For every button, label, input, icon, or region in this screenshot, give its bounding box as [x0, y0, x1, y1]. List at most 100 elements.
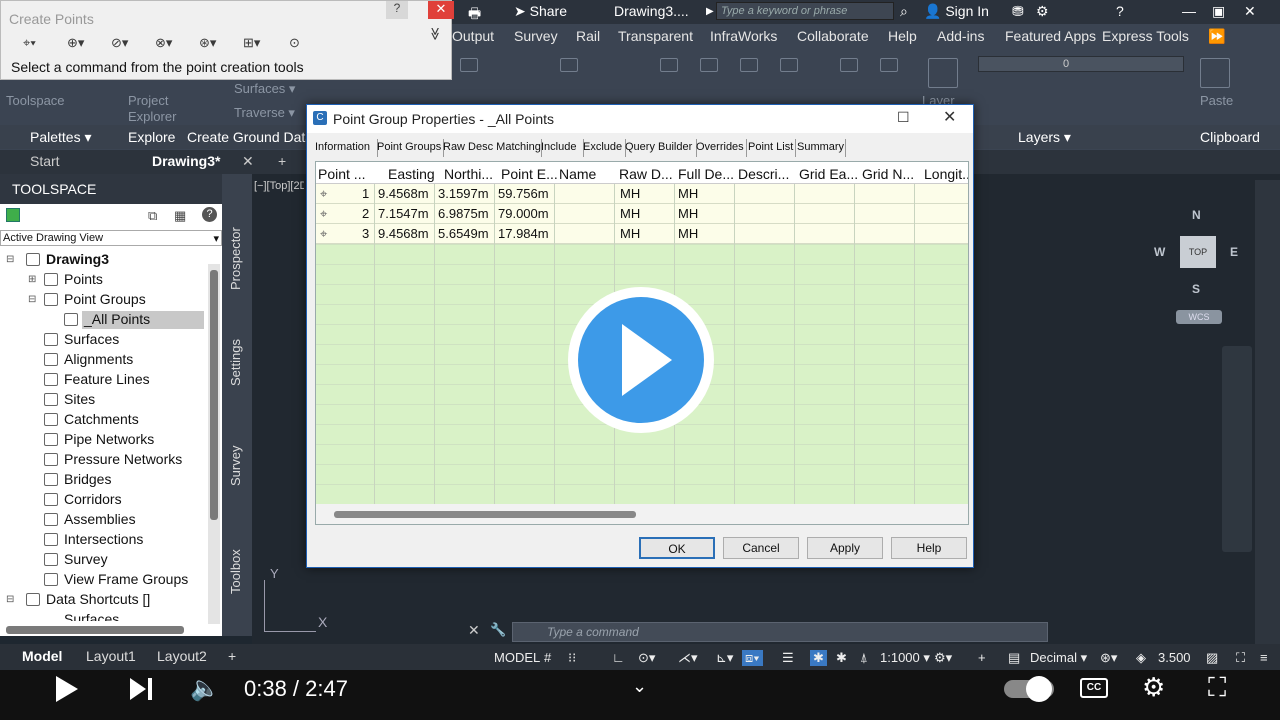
traverse-button[interactable]: Traverse ▾ — [234, 105, 295, 121]
tab-more[interactable]: ⏩ — [1208, 28, 1225, 45]
expand-points-icon[interactable]: ⊞ — [28, 274, 36, 285]
tab-survey-side[interactable]: Survey — [228, 446, 243, 486]
column-name[interactable]: Name — [559, 166, 596, 182]
tab-layout1[interactable]: Layout1 — [86, 648, 136, 664]
elevation-value[interactable]: 3.500 — [1158, 650, 1191, 665]
tree-sites[interactable]: Sites — [44, 391, 95, 407]
tab-transparent[interactable]: Transparent — [618, 28, 693, 44]
column-raw-desc[interactable]: Raw D... — [619, 166, 673, 182]
wcs-menu[interactable]: WCS — [1176, 310, 1222, 324]
help-button[interactable]: ? — [1116, 3, 1124, 19]
search-input[interactable]: Type a keyword or phrase — [716, 2, 894, 20]
horizontal-scrollbar[interactable] — [6, 626, 184, 634]
annotation-visibility-icon[interactable]: ✱ — [810, 650, 827, 666]
tree-survey[interactable]: Survey — [44, 551, 108, 567]
tab-include[interactable]: Include — [541, 141, 576, 153]
layers-panel-label[interactable]: Layers ▾ — [1018, 129, 1071, 146]
compass-south[interactable]: S — [1192, 282, 1200, 296]
column-full-desc[interactable]: Full De... — [678, 166, 734, 182]
apply-button[interactable]: Apply — [807, 537, 883, 559]
command-customize-icon[interactable]: 🔧 — [490, 622, 506, 638]
tab-overrides[interactable]: Overrides — [696, 141, 744, 153]
layer-properties-icon[interactable] — [928, 58, 958, 88]
tree-view-frame-groups[interactable]: View Frame Groups — [44, 571, 188, 587]
tab-point-groups[interactable]: Point Groups — [377, 141, 441, 153]
cart-icon[interactable]: ⛃ — [1012, 3, 1024, 20]
table-row[interactable]: ⌖ 2 7.1547m 6.9875m 79.000m MH MH — [316, 204, 968, 224]
tab-exclude[interactable]: Exclude — [583, 141, 622, 153]
ribbon-tool-icon[interactable] — [460, 58, 478, 72]
ortho-icon[interactable]: ∟ — [612, 650, 625, 665]
point-tool-icon[interactable]: ⊞▾ — [243, 35, 275, 51]
transparency-icon[interactable]: ☰ — [782, 650, 794, 666]
paste-label[interactable]: Paste — [1200, 93, 1233, 108]
paste-icon[interactable] — [1200, 58, 1230, 88]
tree-bridges[interactable]: Bridges — [44, 471, 111, 487]
lineweight-icon[interactable]: ⊾▾ — [716, 650, 733, 666]
play-icon[interactable] — [56, 676, 78, 702]
clean-screen-icon[interactable]: ▨ — [1206, 650, 1218, 666]
close-icon[interactable]: ✕ — [1244, 3, 1256, 20]
tab-information[interactable]: Information — [315, 141, 370, 153]
snap-icon[interactable]: ⁝⁝ — [568, 650, 576, 666]
tab-survey[interactable]: Survey — [514, 28, 558, 44]
maximize-icon[interactable]: ☐ — [897, 109, 910, 126]
tab-prospector[interactable]: Prospector — [228, 227, 243, 290]
point-tool-icon[interactable]: ⊘▾ — [111, 35, 143, 51]
tree-alignments[interactable]: Alignments — [44, 351, 133, 367]
collapse-point-groups-icon[interactable]: ⊟ — [28, 294, 36, 305]
tree-all-points[interactable]: _All Points — [64, 311, 150, 327]
ribbon-tool-icon[interactable] — [740, 58, 758, 72]
project-explorer-button[interactable]: Project Explorer — [128, 93, 184, 125]
tab-express-tools[interactable]: Express Tools — [1102, 28, 1189, 44]
right-toolbar[interactable] — [1255, 180, 1280, 644]
point-tool-icon[interactable]: ⌖▾ — [23, 35, 55, 51]
new-tab-icon[interactable]: + — [278, 153, 286, 169]
ribbon-tool-icon[interactable] — [560, 58, 578, 72]
ribbon-tool-icon[interactable] — [780, 58, 798, 72]
viewcube-top[interactable]: TOP — [1180, 236, 1216, 268]
tree-point-groups[interactable]: Point Groups — [44, 291, 146, 307]
tab-raw-desc-matching[interactable]: Raw Desc Matching — [443, 141, 541, 153]
share-button[interactable]: ➤ Share — [514, 3, 567, 20]
collapse-drawing-icon[interactable]: ⊟ — [6, 254, 14, 265]
view-dropdown[interactable]: Active Drawing View ▾ — [0, 230, 222, 246]
tab-infraworks[interactable]: InfraWorks — [710, 28, 777, 44]
item-view-icon[interactable]: ▦ — [174, 208, 186, 224]
ribbon-tool-icon[interactable] — [700, 58, 718, 72]
scrollbar-thumb[interactable] — [210, 270, 218, 520]
table-row[interactable]: ⌖ 1 9.4568m 3.1597m 59.756m MH MH — [316, 184, 968, 204]
navigation-bar[interactable] — [1222, 346, 1252, 552]
tab-summary[interactable]: Summary — [797, 141, 844, 153]
compass-west[interactable]: W — [1154, 245, 1165, 259]
plus-icon[interactable]: + — [978, 650, 986, 665]
units-icon[interactable]: ▤ — [1008, 650, 1020, 666]
toolspace-icon[interactable] — [6, 208, 20, 222]
next-icon[interactable] — [130, 678, 146, 700]
signin-button[interactable]: 👤 Sign In — [924, 3, 989, 20]
tab-toolbox[interactable]: Toolbox — [228, 549, 243, 594]
point-tool-icon[interactable]: ⊗▾ — [155, 35, 187, 51]
help-button[interactable]: Help — [891, 537, 967, 559]
tab-collaborate[interactable]: Collaborate — [797, 28, 869, 44]
ok-button[interactable]: OK — [639, 537, 715, 559]
tab-help[interactable]: Help — [888, 28, 917, 44]
close-button[interactable]: ✕ — [428, 1, 454, 19]
close-icon[interactable]: ✕ — [943, 107, 956, 127]
column-point-elevation[interactable]: Point E... — [501, 166, 558, 182]
column-description[interactable]: Descri... — [738, 166, 789, 182]
polar-icon[interactable]: ⊙▾ — [638, 650, 655, 666]
tree-intersections[interactable]: Intersections — [44, 531, 143, 547]
customize-icon[interactable]: ≡ — [1260, 650, 1268, 665]
column-easting[interactable]: Easting — [388, 166, 435, 182]
fullscreen-icon[interactable]: ⛶ — [1208, 672, 1226, 704]
tab-query-builder[interactable]: Query Builder — [625, 141, 692, 153]
compass-north[interactable]: N — [1192, 208, 1201, 222]
grid-icon[interactable]: # — [544, 650, 551, 665]
tree-pipe-networks[interactable]: Pipe Networks — [44, 431, 154, 447]
print-icon[interactable]: 🖶 — [468, 3, 481, 27]
tree-drawing3[interactable]: Drawing3 — [26, 251, 109, 267]
restore-icon[interactable]: ▣ — [1212, 3, 1225, 20]
point-tool-icon[interactable]: ⊛▾ — [199, 35, 231, 51]
tree-shortcut-surfaces[interactable]: Surfaces — [64, 611, 119, 621]
